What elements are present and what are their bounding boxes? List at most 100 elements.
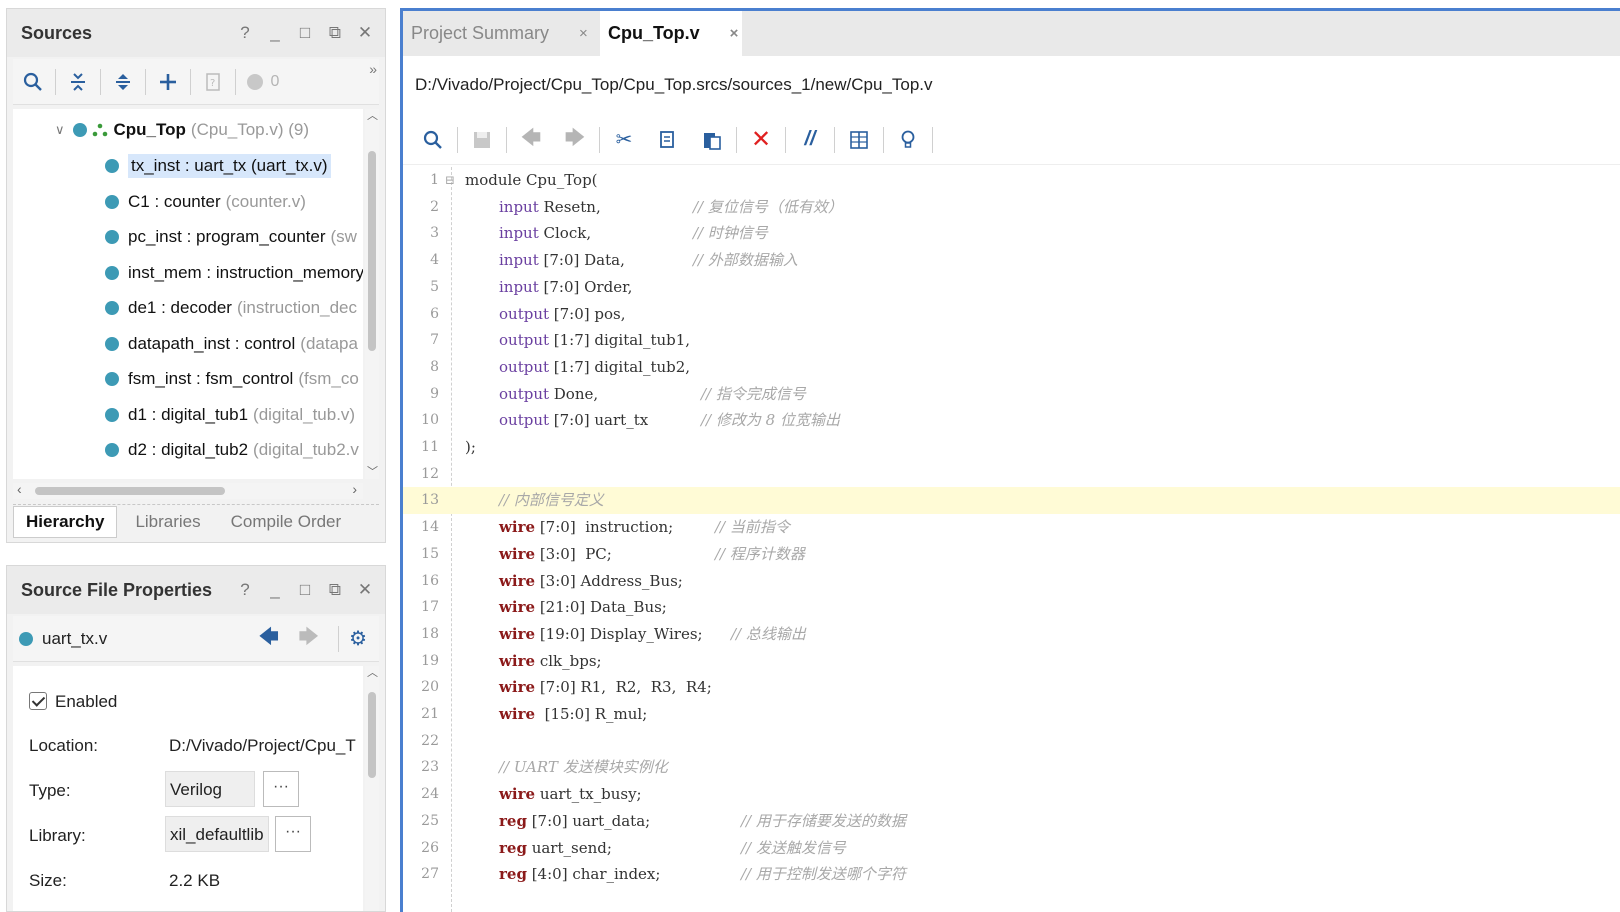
scroll-thumb[interactable]: [368, 692, 376, 778]
help-icon[interactable]: ?: [237, 580, 253, 600]
code-line[interactable]: 26 reg uart_send; // 发送触发信号: [403, 835, 1620, 862]
scroll-up-icon[interactable]: ︿: [367, 107, 378, 123]
code-line[interactable]: 13 // 内部信号定义: [403, 487, 1620, 515]
delete-icon[interactable]: ✕: [739, 122, 783, 158]
search-icon[interactable]: [13, 64, 53, 100]
enabled-checkbox[interactable]: Enabled: [29, 692, 117, 712]
tab-project-summary[interactable]: Project Summary ×: [403, 11, 600, 56]
code-line[interactable]: 19 wire clk_bps;: [403, 648, 1620, 675]
more-icon[interactable]: »: [369, 61, 377, 77]
library-browse-button[interactable]: ···: [275, 816, 311, 852]
code-line[interactable]: 14 wire [7:0] instruction; // 当前指令: [403, 514, 1620, 541]
tab-cpu-top-v[interactable]: Cpu_Top.v ×: [600, 11, 742, 56]
forward-arrow-icon[interactable]: 🡆: [298, 622, 319, 656]
tab-compile-order[interactable]: Compile Order: [219, 507, 354, 537]
code-line[interactable]: 3 input Clock, // 时钟信号: [403, 220, 1620, 247]
tree-horizontal-scrollbar[interactable]: ‹ ›: [13, 481, 363, 499]
code-line[interactable]: 9 output Done, // 指令完成信号: [403, 381, 1620, 408]
close-icon[interactable]: ✕: [357, 23, 373, 43]
tab-hierarchy[interactable]: Hierarchy: [13, 505, 118, 538]
tree-item[interactable]: tx_inst : uart_tx (uart_tx.v): [105, 149, 363, 183]
hscroll-thumb[interactable]: [35, 487, 225, 495]
code-line[interactable]: 6 output [7:0] pos,: [403, 301, 1620, 328]
tree-item[interactable]: d1 : digital_tub1 (digital_tub.v): [105, 398, 363, 432]
lightbulb-icon[interactable]: [886, 122, 930, 158]
maximize-icon[interactable]: □: [297, 580, 313, 600]
code-comment: // 复位信号（低有效）: [693, 197, 843, 216]
code-line[interactable]: 16 wire [3:0] Address_Bus;: [403, 568, 1620, 595]
help-icon[interactable]: ?: [237, 23, 253, 43]
module-dot-icon: [105, 194, 119, 209]
minimize-icon[interactable]: _: [267, 23, 283, 43]
redo-icon[interactable]: 🡆: [553, 122, 597, 158]
close-tab-icon[interactable]: ×: [579, 25, 588, 42]
undo-icon[interactable]: 🡄: [509, 122, 553, 158]
collapse-all-icon[interactable]: [58, 64, 98, 100]
code-line[interactable]: 21 wire [15:0] R_mul;: [403, 701, 1620, 728]
tree-item[interactable]: pc_inst : program_counter (sw: [105, 220, 363, 254]
toggle-comment-icon[interactable]: //: [788, 122, 832, 158]
props-title: Source File Properties: [21, 580, 213, 600]
float-icon[interactable]: ⧉: [327, 580, 343, 600]
tree-item[interactable]: inst_mem : instruction_memory: [105, 256, 363, 290]
expand-all-icon[interactable]: [103, 64, 143, 100]
add-sources-icon[interactable]: [148, 64, 188, 100]
code-text: [7:0] uart_data;: [526, 811, 651, 830]
back-arrow-icon[interactable]: 🡄: [258, 622, 279, 656]
code-line[interactable]: 11);: [403, 434, 1620, 461]
gear-icon[interactable]: ⚙: [349, 626, 367, 651]
tree-item[interactable]: C1 : counter (counter.v): [105, 185, 363, 219]
fold-icon[interactable]: ⊟: [445, 167, 457, 194]
minimize-icon[interactable]: _: [267, 580, 283, 600]
copy-icon[interactable]: [646, 122, 690, 158]
maximize-icon[interactable]: □: [297, 23, 313, 43]
code-line[interactable]: 20 wire [7:0] R1, R2, R3, R4;: [403, 674, 1620, 701]
scroll-right-icon[interactable]: ›: [352, 481, 357, 497]
checkbox-icon[interactable]: [29, 692, 47, 710]
props-vertical-scrollbar[interactable]: ︿: [365, 666, 379, 911]
scroll-down-icon[interactable]: ﹀: [367, 463, 378, 479]
code-line[interactable]: 2 input Resetn, // 复位信号（低有效）: [403, 194, 1620, 221]
code-line[interactable]: 10 output [7:0] uart_tx // 修改为 8 位宽输出: [403, 407, 1620, 434]
code-line[interactable]: 18 wire [19:0] Display_Wires; // 总线输出: [403, 621, 1620, 648]
code-line[interactable]: 24 wire uart_tx_busy;: [403, 781, 1620, 808]
code-line[interactable]: 5 input [7:0] Order,: [403, 274, 1620, 301]
column-select-icon[interactable]: [837, 122, 881, 158]
close-tab-icon[interactable]: ×: [730, 25, 739, 42]
tree-item-name: C1 : counter: [128, 191, 221, 211]
tree-item[interactable]: d2 : digital_tub2 (digital_tub2.v: [105, 433, 363, 467]
code-line[interactable]: 17 wire [21:0] Data_Bus;: [403, 594, 1620, 621]
tree-item[interactable]: datapath_inst : control (datapa: [105, 327, 363, 361]
code-line[interactable]: 12: [403, 461, 1620, 488]
scroll-left-icon[interactable]: ‹: [17, 481, 22, 497]
library-field[interactable]: xil_defaultlib: [165, 816, 269, 852]
tree-root[interactable]: ∨ Cpu_Top (Cpu_Top.v) (9): [55, 113, 363, 147]
scroll-thumb[interactable]: [368, 151, 376, 351]
code-line[interactable]: 27 reg [4:0] char_index; // 用于控制发送哪个字符: [403, 861, 1620, 888]
code-line[interactable]: 1 ⊟ module Cpu_Top(: [403, 167, 1620, 194]
scroll-up-icon[interactable]: ︿: [367, 664, 378, 680]
code-line[interactable]: 23 // UART 发送模块实例化: [403, 754, 1620, 781]
tab-libraries[interactable]: Libraries: [123, 507, 212, 537]
code-line[interactable]: 8 output [1:7] digital_tub2,: [403, 354, 1620, 381]
cut-icon[interactable]: ✂: [602, 122, 646, 158]
search-icon[interactable]: [411, 122, 455, 158]
code-line[interactable]: 7 output [1:7] digital_tub1,: [403, 327, 1620, 354]
paste-icon[interactable]: [690, 122, 734, 158]
type-browse-button[interactable]: ···: [263, 771, 299, 807]
save-icon[interactable]: [460, 122, 504, 158]
chevron-down-icon[interactable]: ∨: [55, 122, 65, 138]
status-dot-icon: [246, 73, 263, 90]
tree-item[interactable]: fsm_inst : fsm_control (fsm_co: [105, 362, 363, 396]
tree-vertical-scrollbar[interactable]: ︿ ﹀: [365, 109, 379, 479]
code-line[interactable]: 4 input [7:0] Data, // 外部数据输入: [403, 247, 1620, 274]
code-line[interactable]: 22: [403, 728, 1620, 755]
float-icon[interactable]: ⧉: [327, 23, 343, 43]
type-field[interactable]: Verilog: [165, 771, 255, 807]
file-properties-icon[interactable]: ?: [193, 64, 233, 100]
code-area[interactable]: 1 ⊟ module Cpu_Top(2 input Resetn, // 复位信号（低…: [403, 167, 1620, 912]
code-line[interactable]: 15 wire [3:0] PC; // 程序计数器: [403, 541, 1620, 568]
tree-item[interactable]: de1 : decoder (instruction_dec: [105, 291, 363, 325]
close-icon[interactable]: ✕: [357, 580, 373, 600]
code-line[interactable]: 25 reg [7:0] uart_data; // 用于存储要发送的数据: [403, 808, 1620, 835]
